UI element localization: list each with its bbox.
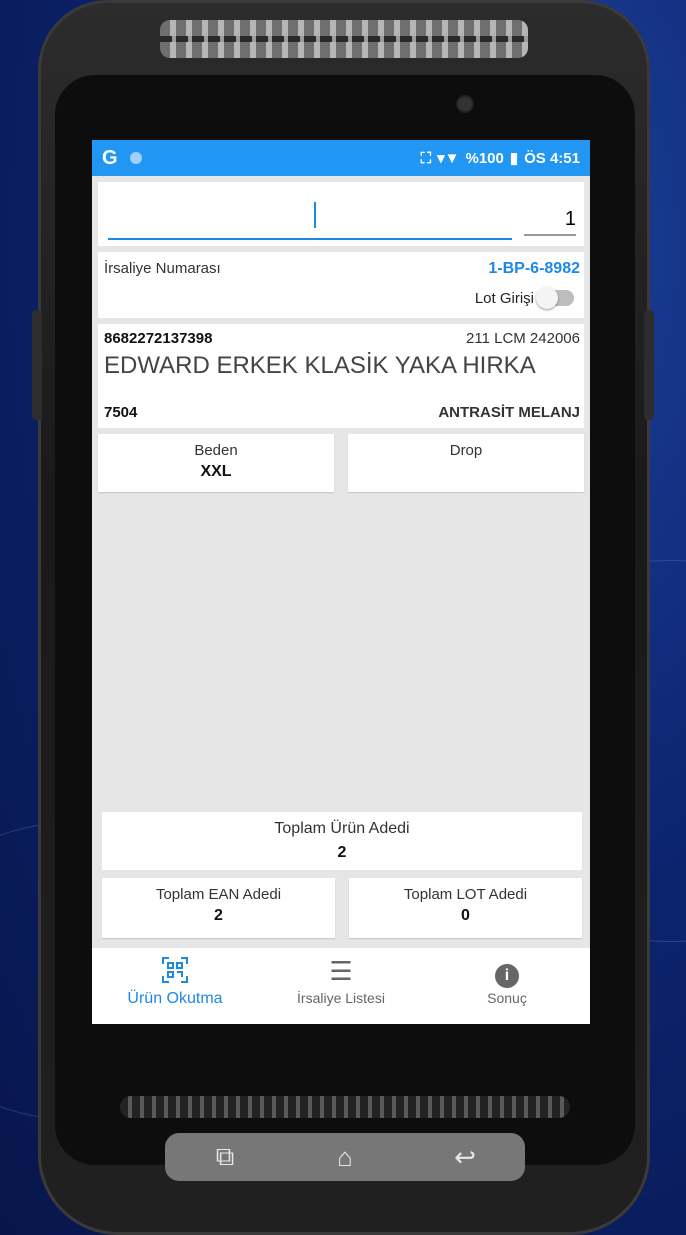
totals-row: Toplam EAN Adedi 2 Toplam LOT Adedi 0	[102, 878, 582, 938]
total-product-value: 2	[337, 844, 347, 861]
drop-value	[348, 459, 584, 463]
total-product-box: Toplam Ürün Adedi 2	[102, 812, 582, 870]
clock: ÖS 4:51	[524, 149, 580, 167]
size-label: Beden	[194, 442, 238, 459]
attribute-row: Beden XXL Drop	[98, 434, 584, 492]
nav-sonuc[interactable]: i Sonuç	[424, 948, 590, 1024]
product-card: 8682272137398 211 LCM 242006 EDWARD ERKE…	[98, 324, 584, 428]
qr-scan-icon	[92, 956, 258, 986]
nav-label: Ürün Okutma	[127, 990, 223, 1007]
side-button-left	[32, 310, 42, 420]
barcode-input[interactable]	[108, 204, 512, 240]
scan-row	[98, 182, 584, 246]
battery-level: %100	[465, 149, 504, 167]
side-button-right	[644, 310, 654, 420]
notification-dot-icon	[129, 152, 142, 164]
bottom-navigation: Ürün Okutma ☰ İrsaliye Listesi i Sonuç	[92, 948, 590, 1024]
nav-label: İrsaliye Listesi	[297, 990, 385, 1006]
app-screen: G ⛶ ▾▼ %100 ▮ ÖS 4:51 İrsaliye Numarası …	[92, 140, 590, 1024]
total-lot-box: Toplam LOT Adedi 0	[349, 878, 582, 938]
scan-status-icon: ⛶	[420, 149, 432, 167]
color-name: ANTRASİT MELANJ	[438, 404, 580, 421]
total-lot-label: Toplam LOT Adedi	[403, 886, 528, 903]
bottom-speaker-grille	[120, 1096, 570, 1118]
front-camera	[458, 97, 472, 111]
irsaliye-label: İrsaliye Numarası	[104, 260, 221, 277]
irsaliye-card: İrsaliye Numarası 1-BP-6-8982 Lot Girişi	[98, 252, 584, 318]
quantity-input[interactable]	[524, 204, 576, 236]
total-product-label: Toplam Ürün Adedi	[274, 820, 410, 837]
nav-irsaliye-listesi[interactable]: ☰ İrsaliye Listesi	[258, 948, 424, 1024]
total-lot-value: 0	[461, 907, 470, 924]
color-code: 7504	[104, 404, 138, 421]
wifi-icon: ▾▼	[437, 150, 460, 167]
size-value: XXL	[200, 463, 232, 480]
size-box: Beden XXL	[98, 434, 334, 492]
info-icon: i	[495, 964, 519, 988]
lot-entry-toggle[interactable]	[536, 287, 574, 309]
total-ean-label: Toplam EAN Adedi	[155, 886, 282, 903]
nav-label: Sonuç	[487, 990, 527, 1006]
product-name: EDWARD ERKEK KLASİK YAKA HIRKA	[104, 352, 536, 379]
irsaliye-number[interactable]: 1-BP-6-8982	[488, 260, 580, 278]
list-icon: ☰	[329, 956, 353, 986]
top-speaker-grille	[160, 20, 528, 58]
hardware-nav-keys: ⧉ ⌂ ↩	[165, 1133, 525, 1181]
battery-icon: ▮	[509, 150, 519, 167]
back-icon[interactable]: ↩	[410, 1142, 520, 1173]
google-icon: G	[102, 146, 118, 169]
lot-entry-label: Lot Girişi	[474, 290, 534, 307]
product-ean: 8682272137398	[104, 330, 213, 347]
product-code: 211 LCM 242006	[466, 330, 580, 347]
drop-label: Drop	[449, 442, 483, 459]
recent-apps-icon[interactable]: ⧉	[170, 1141, 280, 1173]
nav-urun-okutma[interactable]: Ürün Okutma	[92, 948, 258, 1024]
total-ean-box: Toplam EAN Adedi 2	[102, 878, 335, 938]
drop-box: Drop	[348, 434, 584, 492]
status-bar: G ⛶ ▾▼ %100 ▮ ÖS 4:51	[92, 140, 590, 176]
total-ean-value: 2	[214, 907, 223, 924]
home-icon[interactable]: ⌂	[290, 1142, 400, 1173]
text-cursor	[314, 202, 316, 228]
